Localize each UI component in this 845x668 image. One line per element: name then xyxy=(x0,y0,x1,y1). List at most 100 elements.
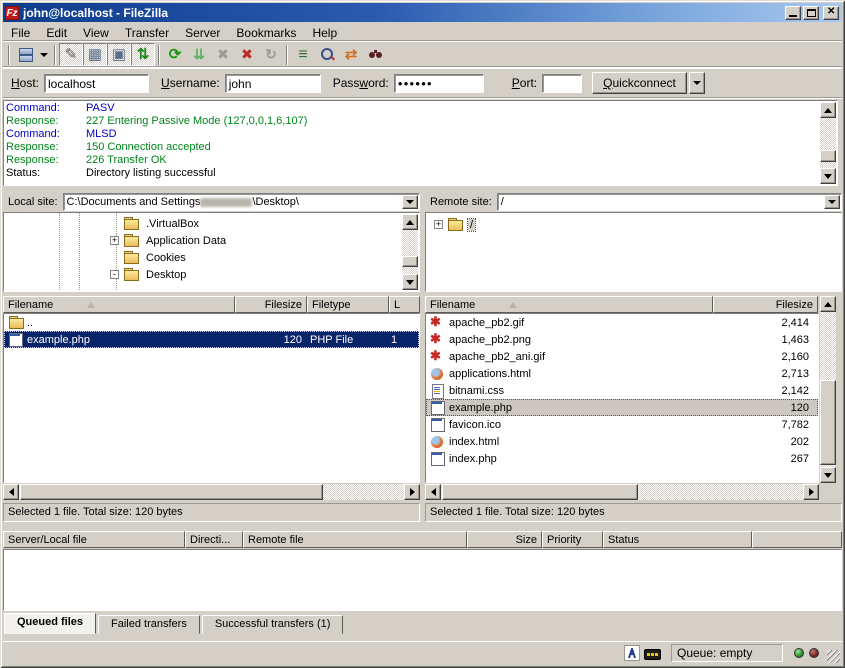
scroll-thumb[interactable] xyxy=(20,484,323,500)
scroll-thumb[interactable] xyxy=(442,484,638,500)
tree-item-root[interactable]: + / xyxy=(434,216,475,233)
directory-comparison-button[interactable] xyxy=(315,43,339,66)
expander-icon[interactable]: + xyxy=(434,220,443,229)
file-row[interactable]: bitnami.css 2,142 xyxy=(426,382,818,399)
column-header-filename[interactable]: Filename xyxy=(3,296,235,313)
scroll-down-button[interactable] xyxy=(820,168,836,184)
scroll-thumb[interactable] xyxy=(820,150,836,162)
menu-transfer[interactable]: Transfer xyxy=(117,24,177,42)
menu-bookmarks[interactable]: Bookmarks xyxy=(228,24,304,42)
process-queue-button[interactable] xyxy=(187,43,211,66)
file-row[interactable]: apache_pb2.png 1,463 xyxy=(426,331,818,348)
scroll-down-button[interactable] xyxy=(820,467,836,483)
column-header-filesize[interactable]: Filesize xyxy=(235,296,307,313)
close-button[interactable] xyxy=(823,6,839,20)
quickconnect-button[interactable]: Quickconnect xyxy=(592,72,687,94)
maximize-button[interactable] xyxy=(803,6,819,20)
remote-list-vscrollbar[interactable] xyxy=(820,296,836,483)
file-row-example-php[interactable]: example.php 120 PHP File 1 xyxy=(4,331,419,348)
menu-edit[interactable]: Edit xyxy=(38,24,75,42)
menu-server[interactable]: Server xyxy=(177,24,228,42)
scroll-up-button[interactable] xyxy=(402,214,418,230)
resize-grip[interactable] xyxy=(827,650,840,663)
minimize-button[interactable] xyxy=(785,6,801,20)
toolbar xyxy=(3,42,842,67)
file-name-cell: example.php xyxy=(426,399,713,416)
expander-icon[interactable]: - xyxy=(110,270,119,279)
log-scrollbar[interactable] xyxy=(820,102,836,184)
column-header-filesize[interactable]: Filesize xyxy=(713,296,818,313)
password-input[interactable]: ●●●●●● xyxy=(394,74,484,93)
toggle-queue-button[interactable] xyxy=(131,43,155,66)
find-files-button[interactable] xyxy=(363,43,387,66)
remote-list-hscrollbar[interactable] xyxy=(425,484,819,500)
file-row[interactable]: index.html 202 xyxy=(426,433,818,450)
tree-item-desktop[interactable]: - Desktop xyxy=(110,266,188,283)
tree-item-virtualbox[interactable]: .VirtualBox xyxy=(110,215,201,232)
local-tree-scrollbar[interactable] xyxy=(402,214,418,290)
site-manager-dropdown-button[interactable] xyxy=(37,43,51,66)
file-row[interactable]: applications.html 2,713 xyxy=(426,365,818,382)
file-row[interactable]: favicon.ico 7,782 xyxy=(426,416,818,433)
expander-icon[interactable]: + xyxy=(110,236,119,245)
tab-successful-transfers[interactable]: Successful transfers (1) xyxy=(202,615,344,634)
tree-item-application-data[interactable]: + Application Data xyxy=(110,232,228,249)
menu-help[interactable]: Help xyxy=(304,24,345,42)
scroll-thumb[interactable] xyxy=(402,256,418,267)
scroll-thumb[interactable] xyxy=(820,380,836,465)
remote-site-label: Remote site: xyxy=(425,196,497,208)
synchronized-browsing-button[interactable] xyxy=(339,43,363,66)
column-header-empty[interactable] xyxy=(752,531,842,548)
column-header-last-modified[interactable]: L xyxy=(389,296,420,313)
disconnect-button[interactable] xyxy=(235,43,259,66)
scroll-up-button[interactable] xyxy=(820,296,836,312)
username-input[interactable]: john xyxy=(225,74,321,93)
tab-failed-transfers[interactable]: Failed transfers xyxy=(98,615,200,634)
transfer-type-indicator-icon[interactable] xyxy=(624,645,640,661)
site-manager-button[interactable] xyxy=(13,43,37,66)
host-input[interactable]: localhost xyxy=(44,74,149,93)
toggle-remote-tree-button[interactable] xyxy=(107,43,131,66)
local-site-dropdown-button[interactable] xyxy=(402,195,418,209)
local-list-hscrollbar[interactable] xyxy=(3,484,420,500)
menu-view[interactable]: View xyxy=(75,24,117,42)
column-header-status[interactable]: Status xyxy=(603,531,752,548)
toggle-local-tree-button[interactable] xyxy=(83,43,107,66)
column-header-size[interactable]: Size xyxy=(467,531,542,548)
column-header-filetype[interactable]: Filetype xyxy=(307,296,389,313)
scroll-right-button[interactable] xyxy=(803,484,819,500)
scroll-up-button[interactable] xyxy=(820,102,836,118)
toggle-log-button[interactable] xyxy=(59,43,83,66)
remote-site-combo[interactable]: / xyxy=(497,193,842,211)
tree-item-cookies[interactable]: Cookies xyxy=(110,249,188,266)
column-header-priority[interactable]: Priority xyxy=(542,531,603,548)
quickconnect-dropdown-button[interactable] xyxy=(689,72,705,94)
column-header-server-local-file[interactable]: Server/Local file xyxy=(3,531,185,548)
activity-led-green-icon xyxy=(794,648,804,658)
scroll-left-button[interactable] xyxy=(3,484,19,500)
scroll-down-button[interactable] xyxy=(402,274,418,290)
column-header-filename[interactable]: Filename xyxy=(425,296,713,313)
speed-limit-indicator-icon[interactable] xyxy=(644,649,661,660)
column-header-direction[interactable]: Directi... xyxy=(185,531,243,548)
window-title: john@localhost - FileZilla xyxy=(23,6,781,20)
cancel-button[interactable] xyxy=(211,43,235,66)
file-row-updir[interactable]: .. xyxy=(4,314,419,331)
queue-list[interactable] xyxy=(3,549,842,611)
port-input[interactable] xyxy=(542,74,582,93)
file-row[interactable]: index.php 267 xyxy=(426,450,818,467)
local-site-combo[interactable]: C:\Documents and Settings\Desktop\ xyxy=(63,193,420,211)
file-row[interactable]: apache_pb2_ani.gif 2,160 xyxy=(426,348,818,365)
tab-queued-files[interactable]: Queued files xyxy=(4,613,96,634)
remote-site-dropdown-button[interactable] xyxy=(824,195,840,209)
filter-button[interactable] xyxy=(291,43,315,66)
scroll-right-button[interactable] xyxy=(404,484,420,500)
refresh-button[interactable] xyxy=(163,43,187,66)
file-row-example-php[interactable]: example.php 120 xyxy=(426,399,818,416)
scroll-left-button[interactable] xyxy=(425,484,441,500)
column-header-remote-file[interactable]: Remote file xyxy=(243,531,467,548)
reconnect-button[interactable] xyxy=(259,43,283,66)
menu-file[interactable]: File xyxy=(3,24,38,42)
remote-file-list: apache_pb2.gif 2,414 apache_pb2.png 1,46… xyxy=(425,313,819,483)
file-row[interactable]: apache_pb2.gif 2,414 xyxy=(426,314,818,331)
